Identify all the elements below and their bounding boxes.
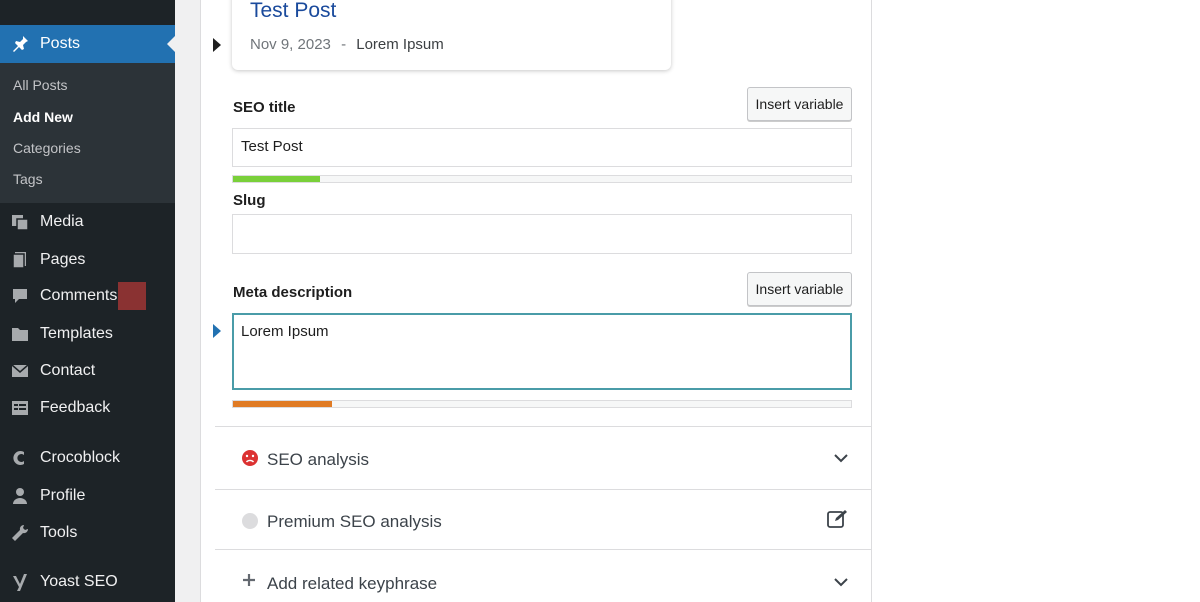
menu-label: Media — [40, 213, 84, 230]
pages-icon — [10, 250, 30, 270]
mail-icon — [10, 361, 30, 381]
premium-seo-analysis-section[interactable]: Premium SEO analysis — [215, 489, 871, 549]
menu-label: Contact — [40, 362, 96, 379]
seo-title-label: SEO title — [233, 99, 296, 116]
crocoblock-icon — [10, 448, 30, 468]
seo-title-progress-fill — [233, 176, 320, 182]
section-title: SEO analysis — [267, 450, 370, 469]
meta-description-value: Lorem Ipsum — [241, 323, 329, 340]
menu-item-contact[interactable]: Contact — [0, 355, 175, 387]
add-related-keyphrase-section[interactable]: Add related keyphrase — [215, 549, 871, 602]
edit-icon[interactable] — [827, 509, 849, 534]
menu-item-posts[interactable]: Posts — [0, 25, 175, 63]
preview-description: Lorem Ipsum — [356, 36, 444, 53]
menu-item-crocoblock[interactable]: Crocoblock — [0, 442, 175, 474]
feedback-icon — [10, 398, 30, 418]
grey-dot-icon — [241, 512, 259, 535]
menu-label: Yoast SEO — [40, 573, 118, 590]
admin-sidebar: Posts All Posts Add New Categories Tags … — [0, 0, 175, 602]
pin-icon — [10, 34, 30, 54]
folder-icon — [10, 324, 30, 344]
comments-icon — [10, 286, 30, 306]
menu-label: Posts — [40, 35, 81, 52]
meta-description-progress — [232, 400, 852, 408]
submenu-categories[interactable]: Categories — [13, 140, 81, 156]
plus-icon — [241, 572, 257, 593]
meta-description-textarea[interactable]: Lorem Ipsum — [232, 313, 852, 390]
menu-item-templates[interactable]: Templates — [0, 318, 175, 350]
sad-face-icon — [241, 449, 259, 472]
menu-label: Tools — [40, 524, 78, 541]
menu-label: Feedback — [40, 399, 111, 416]
menu-item-media[interactable]: Media — [0, 206, 175, 238]
media-icon — [10, 212, 30, 232]
seo-title-insert-variable-button[interactable]: Insert variable — [747, 87, 852, 121]
menu-item-tools[interactable]: Tools — [0, 517, 175, 549]
snippet-preview[interactable]: Test Post Nov 9, 2023 - Lorem Ipsum — [232, 0, 671, 70]
menu-label: Profile — [40, 487, 86, 504]
menu-label: Templates — [40, 325, 113, 342]
section-title: Add related keyphrase — [267, 574, 438, 593]
menu-label: Crocoblock — [40, 449, 121, 466]
content-gutter — [175, 0, 200, 602]
chevron-down-icon[interactable] — [833, 450, 849, 471]
meta-caret-icon — [213, 324, 221, 338]
meta-description-insert-variable-button[interactable]: Insert variable — [747, 272, 852, 306]
menu-item-yoast[interactable]: Yoast SEO — [0, 566, 175, 598]
section-title: Premium SEO analysis — [267, 512, 442, 531]
preview-caret-icon — [213, 38, 221, 52]
wrench-icon — [10, 523, 30, 543]
slug-label: Slug — [233, 192, 266, 209]
user-icon — [10, 486, 30, 506]
slug-input[interactable] — [232, 214, 852, 254]
preview-date: Nov 9, 2023 — [250, 36, 331, 53]
menu-label: Comments — [40, 287, 118, 304]
preview-meta: Nov 9, 2023 - Lorem Ipsum — [250, 36, 444, 53]
seo-analysis-section[interactable]: SEO analysis — [215, 426, 871, 489]
submenu-add-new[interactable]: Add New — [13, 109, 73, 125]
menu-item-feedback[interactable]: Feedback — [0, 392, 175, 424]
submenu-tags[interactable]: Tags — [13, 171, 43, 187]
meta-description-label: Meta description — [233, 284, 353, 301]
yoast-icon — [10, 572, 30, 592]
meta-description-progress-fill — [233, 401, 332, 407]
menu-item-comments[interactable]: Comments — [0, 280, 175, 312]
comments-badge — [118, 282, 146, 310]
preview-title[interactable]: Test Post — [250, 0, 336, 23]
seo-title-value: Test Post — [241, 138, 303, 155]
seo-title-input[interactable]: Test Post — [232, 128, 852, 167]
chevron-down-icon[interactable] — [833, 574, 849, 595]
menu-label: Pages — [40, 251, 86, 268]
preview-separator: - — [341, 36, 347, 53]
seo-title-progress — [232, 175, 852, 183]
menu-item-profile[interactable]: Profile — [0, 480, 175, 512]
submenu-all-posts[interactable]: All Posts — [13, 77, 67, 93]
posts-submenu: All Posts Add New Categories Tags — [0, 63, 175, 203]
menu-item-pages[interactable]: Pages — [0, 244, 175, 276]
